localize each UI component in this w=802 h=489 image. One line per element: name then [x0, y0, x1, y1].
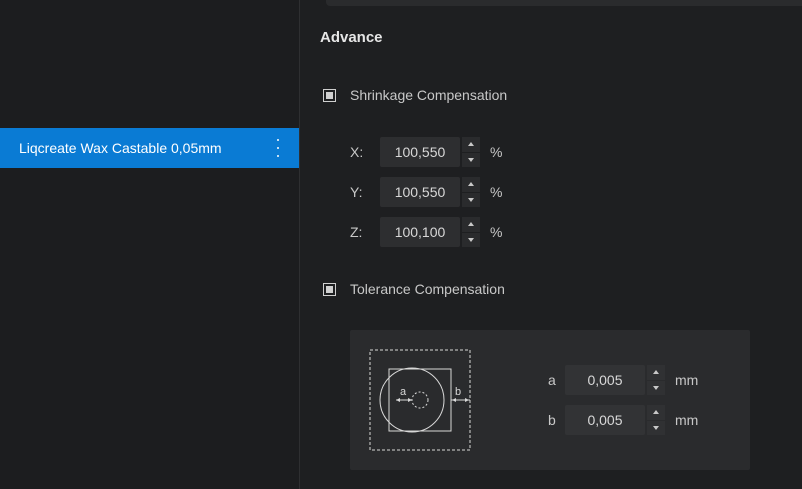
- chevron-down-icon: [653, 425, 659, 430]
- tolerance-a-input[interactable]: 0,005: [565, 365, 645, 395]
- shrinkage-y-input[interactable]: 100,550: [380, 177, 460, 207]
- shrinkage-x-input[interactable]: 100,550: [380, 137, 460, 167]
- shrinkage-compensation-checkbox[interactable]: [323, 88, 336, 102]
- chevron-up-icon: [468, 142, 474, 147]
- z-axis-label: Z:: [350, 224, 363, 240]
- chevron-up-icon: [468, 182, 474, 187]
- chevron-down-icon: [468, 237, 474, 242]
- shrinkage-x-stepper: [462, 137, 480, 167]
- chevron-down-icon: [468, 157, 474, 162]
- increment-button[interactable]: [462, 137, 480, 152]
- increment-button[interactable]: [462, 217, 480, 232]
- decrement-button[interactable]: [462, 192, 480, 207]
- y-axis-label: Y:: [350, 184, 363, 200]
- shrinkage-z-input[interactable]: 100,100: [380, 217, 460, 247]
- tolerance-compensation-checkbox[interactable]: [323, 282, 336, 296]
- x-axis-label: X:: [350, 144, 364, 160]
- profile-item-selected[interactable]: Liqcreate Wax Castable 0,05mm: [0, 128, 299, 168]
- tolerance-a-row: a 0,005 mm: [548, 365, 698, 395]
- tolerance-b-row: b 0,005 mm: [548, 405, 698, 435]
- chevron-up-icon: [468, 222, 474, 227]
- tolerance-b-input[interactable]: 0,005: [565, 405, 645, 435]
- shrinkage-x-row: X: 100,550 %: [350, 137, 502, 167]
- increment-button[interactable]: [647, 365, 665, 380]
- increment-button[interactable]: [462, 177, 480, 192]
- shrinkage-y-row: Y: 100,550 %: [350, 177, 502, 207]
- settings-panel: Advance Shrinkage Compensation X: 100,55…: [300, 0, 802, 489]
- tolerance-panel: a b a 0,005 mm b 0,005 mm: [350, 330, 750, 470]
- tolerance-diagram-icon: a b: [369, 349, 471, 451]
- shrinkage-y-stepper: [462, 177, 480, 207]
- chevron-up-icon: [653, 370, 659, 375]
- shrinkage-z-stepper: [462, 217, 480, 247]
- diagram-label-a: a: [400, 386, 407, 398]
- unit-label: %: [490, 144, 503, 160]
- profile-sidebar: Liqcreate Wax Castable 0,05mm: [0, 0, 300, 489]
- profile-item-label: Liqcreate Wax Castable 0,05mm: [19, 140, 222, 156]
- app-window: Liqcreate Wax Castable 0,05mm Advance Sh…: [0, 0, 802, 489]
- shrinkage-z-row: Z: 100,100 %: [350, 217, 502, 247]
- tolerance-b-stepper: [647, 405, 665, 435]
- top-panel-edge: [326, 0, 802, 6]
- unit-label: mm: [675, 412, 699, 428]
- increment-button[interactable]: [647, 405, 665, 420]
- decrement-button[interactable]: [462, 232, 480, 247]
- shrinkage-compensation-row: Shrinkage Compensation: [323, 87, 507, 103]
- a-label: a: [548, 372, 556, 388]
- decrement-button[interactable]: [647, 380, 665, 395]
- diagram-label-b: b: [455, 386, 461, 398]
- b-label: b: [548, 412, 556, 428]
- tolerance-compensation-label: Tolerance Compensation: [350, 281, 505, 297]
- section-title: Advance: [320, 29, 383, 46]
- unit-label: %: [490, 184, 503, 200]
- unit-label: mm: [675, 372, 699, 388]
- decrement-button[interactable]: [647, 420, 665, 435]
- unit-label: %: [490, 224, 503, 240]
- kebab-menu-icon[interactable]: [273, 138, 283, 158]
- chevron-up-icon: [653, 410, 659, 415]
- chevron-down-icon: [468, 197, 474, 202]
- chevron-down-icon: [653, 385, 659, 390]
- shrinkage-compensation-label: Shrinkage Compensation: [350, 87, 508, 103]
- decrement-button[interactable]: [462, 152, 480, 167]
- tolerance-compensation-row: Tolerance Compensation: [323, 281, 505, 297]
- tolerance-a-stepper: [647, 365, 665, 395]
